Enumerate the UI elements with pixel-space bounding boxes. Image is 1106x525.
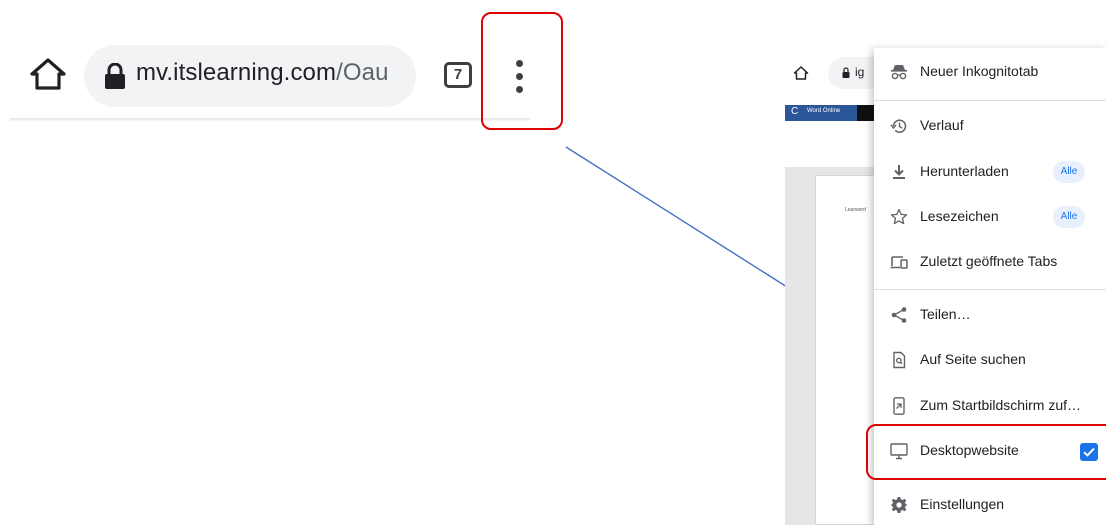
downloads-all-button[interactable]: Alle xyxy=(1053,161,1085,183)
phone-home-icon xyxy=(793,66,809,80)
history-icon xyxy=(890,119,907,133)
highlight-box-menu-button xyxy=(481,12,563,130)
word-app-letter: C xyxy=(791,106,799,117)
menu-item-share[interactable]: Teilen… xyxy=(874,295,1106,335)
menu-item-new-incognito-tab[interactable]: Neuer Inkognitotab xyxy=(874,52,1106,92)
url-path: /Oau xyxy=(336,59,389,86)
menu-item-recent-tabs[interactable]: Zuletzt geöffnete Tabs xyxy=(874,242,1106,282)
menu-label: Zuletzt geöffnete Tabs xyxy=(920,253,1058,269)
toolbar-shadow xyxy=(10,118,530,122)
settings-icon xyxy=(891,497,907,513)
highlight-box-desktop-site xyxy=(866,424,1106,480)
download-icon xyxy=(893,165,905,179)
menu-label: Auf Seite suchen xyxy=(920,351,1026,367)
share-icon xyxy=(891,307,907,323)
lock-icon xyxy=(105,63,125,89)
menu-divider xyxy=(874,289,1106,290)
menu-label: Teilen… xyxy=(920,306,971,322)
menu-label: Lesezeichen xyxy=(920,208,999,224)
menu-label: Verlauf xyxy=(920,117,964,133)
url-text: mv.itslearning.com/Oau xyxy=(136,59,406,87)
menu-label: Einstellungen xyxy=(920,496,1005,512)
menu-item-downloads[interactable]: Herunterladen Alle xyxy=(874,152,1106,192)
home-icon[interactable] xyxy=(28,54,68,94)
menu-label: Zum Startbildschirm zuf… xyxy=(920,397,1082,413)
find-in-page-icon xyxy=(893,351,906,369)
tab-switcher-button[interactable]: 7 xyxy=(444,62,472,88)
phone-url-text: ig xyxy=(855,65,865,79)
phone-lock-icon xyxy=(842,67,850,78)
incognito-icon xyxy=(891,65,907,80)
star-icon xyxy=(890,208,908,225)
menu-label: Neuer Inkognitotab xyxy=(920,63,1039,79)
document-text: Learword xyxy=(845,207,866,213)
word-app-title: Word Online xyxy=(807,108,841,114)
menu-item-add-to-home-screen[interactable]: Zum Startbildschirm zuf… xyxy=(874,386,1106,426)
menu-item-find-in-page[interactable]: Auf Seite suchen xyxy=(874,340,1106,380)
menu-item-bookmarks[interactable]: Lesezeichen Alle xyxy=(874,197,1106,237)
menu-divider xyxy=(874,100,1106,101)
url-host: mv.itslearning.com xyxy=(136,59,337,86)
add-to-home-icon xyxy=(893,397,905,415)
address-bar[interactable]: mv.itslearning.com/Oau xyxy=(84,45,416,107)
menu-item-history[interactable]: Verlauf xyxy=(874,106,1106,146)
menu-label: Herunterladen xyxy=(920,163,1009,179)
bookmarks-all-button[interactable]: Alle xyxy=(1053,206,1085,228)
menu-item-settings[interactable]: Einstellungen xyxy=(874,485,1106,525)
devices-icon xyxy=(890,256,908,269)
